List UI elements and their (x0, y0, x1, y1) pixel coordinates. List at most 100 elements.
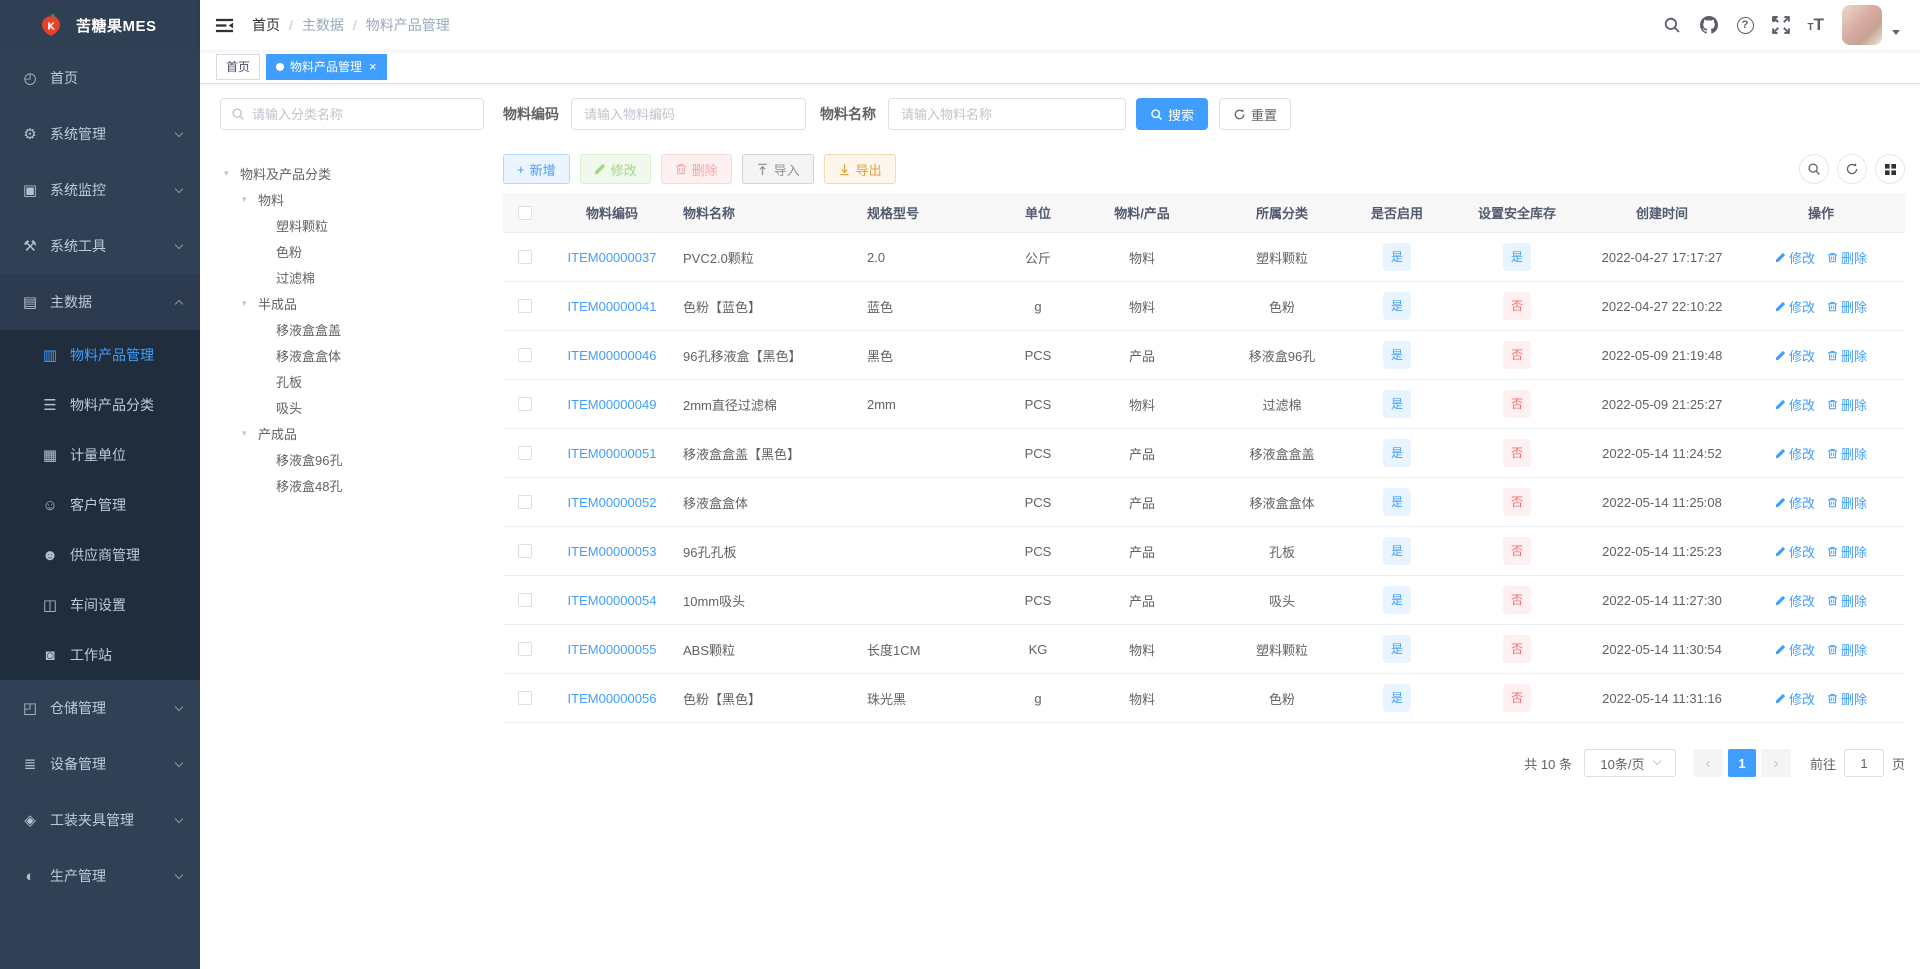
row-delete-link[interactable]: 删除 (1827, 689, 1867, 708)
row-edit-link[interactable]: 修改 (1775, 493, 1815, 512)
row-edit-link[interactable]: 修改 (1775, 689, 1815, 708)
tree-node[interactable]: ▾ 物料及产品分类 (220, 160, 484, 186)
tree-node[interactable]: 移液盒盒体 (220, 342, 484, 368)
delete-button[interactable]: 删除 (660, 154, 732, 184)
app-logo[interactable]: K 苦糖果MES (0, 0, 200, 50)
row-edit-link[interactable]: 修改 (1775, 444, 1815, 463)
row-delete-link[interactable]: 删除 (1827, 640, 1867, 659)
row-delete-link[interactable]: 删除 (1827, 542, 1867, 561)
row-checkbox[interactable] (518, 446, 532, 460)
sidebar-toggle-icon[interactable] (215, 16, 234, 35)
tree-node[interactable]: 塑料颗粒 (220, 212, 484, 238)
row-delete-link[interactable]: 删除 (1827, 248, 1867, 267)
row-edit-link[interactable]: 修改 (1775, 346, 1815, 365)
sidebar-item-measure-unit[interactable]: ▦ 计量单位 (0, 430, 200, 480)
sidebar-item-production-manage[interactable]: ◐ 生产管理 (0, 848, 200, 904)
refresh-button[interactable] (1837, 154, 1867, 184)
row-delete-link[interactable]: 删除 (1827, 297, 1867, 316)
sidebar-item-supplier-manage[interactable]: ☻ 供应商管理 (0, 530, 200, 580)
sidebar-item-material-product-manage[interactable]: ▥ 物料产品管理 (0, 330, 200, 380)
tree-node[interactable]: 移液盒48孔 (220, 472, 484, 498)
row-delete-link[interactable]: 删除 (1827, 591, 1867, 610)
row-checkbox[interactable] (518, 642, 532, 656)
sidebar-item-system-tools[interactable]: ⚒ 系统工具 (0, 218, 200, 274)
row-edit-link[interactable]: 修改 (1775, 542, 1815, 561)
row-edit-link[interactable]: 修改 (1775, 248, 1815, 267)
sidebar-item-workstation[interactable]: ◙ 工作站 (0, 630, 200, 680)
tree-node[interactable]: 孔板 (220, 368, 484, 394)
sidebar-item-warehouse-manage[interactable]: ◰ 仓储管理 (0, 680, 200, 736)
github-icon[interactable] (1699, 15, 1719, 35)
page-number-1[interactable]: 1 (1727, 749, 1756, 777)
search-icon[interactable] (1663, 16, 1681, 34)
material-code-link[interactable]: ITEM00000054 (568, 593, 657, 608)
user-avatar[interactable] (1842, 5, 1882, 45)
material-code-link[interactable]: ITEM00000052 (568, 495, 657, 510)
row-checkbox[interactable] (518, 691, 532, 705)
sidebar-item-workshop-setting[interactable]: ◫ 车间设置 (0, 580, 200, 630)
sidebar-item-system-manage[interactable]: ⚙ 系统管理 (0, 106, 200, 162)
goto-page-input[interactable] (1843, 749, 1884, 777)
prev-page-button[interactable]: ‹ (1692, 749, 1723, 777)
row-edit-link[interactable]: 修改 (1775, 395, 1815, 414)
material-code-link[interactable]: ITEM00000037 (568, 250, 657, 265)
tree-node[interactable]: 移液盒96孔 (220, 446, 484, 472)
tree-node[interactable]: ▾ 产成品 (220, 420, 484, 446)
export-button[interactable]: 导出 (823, 154, 896, 184)
tree-node[interactable]: 吸头 (220, 394, 484, 420)
tree-expand-caret-icon[interactable]: ▾ (242, 298, 258, 309)
material-name-input[interactable] (888, 98, 1126, 130)
material-code-link[interactable]: ITEM00000051 (568, 446, 657, 461)
row-delete-link[interactable]: 删除 (1827, 493, 1867, 512)
column-settings-button[interactable] (1875, 154, 1905, 184)
category-search-input[interactable] (252, 106, 473, 122)
sidebar-item-system-monitor[interactable]: ▣ 系统监控 (0, 162, 200, 218)
material-code-link[interactable]: ITEM00000046 (568, 348, 657, 363)
sidebar-item-fixture-manage[interactable]: ◈ 工装夹具管理 (0, 792, 200, 848)
sidebar-item-master-data[interactable]: ▤ 主数据 (0, 274, 200, 330)
search-button[interactable]: 搜索 (1136, 98, 1209, 130)
caret-down-icon[interactable] (1892, 29, 1900, 35)
material-code-link[interactable]: ITEM00000053 (568, 544, 657, 559)
material-code-link[interactable]: ITEM00000055 (568, 642, 657, 657)
row-checkbox[interactable] (518, 495, 532, 509)
row-edit-link[interactable]: 修改 (1775, 640, 1815, 659)
row-checkbox[interactable] (518, 250, 532, 264)
next-page-button[interactable]: › (1760, 749, 1791, 777)
sidebar-item-customer-manage[interactable]: ☺ 客户管理 (0, 480, 200, 530)
material-code-input[interactable] (571, 98, 806, 130)
material-code-link[interactable]: ITEM00000041 (568, 299, 657, 314)
tree-node[interactable]: 移液盒盒盖 (220, 316, 484, 342)
fullscreen-icon[interactable] (1771, 16, 1790, 34)
tree-node[interactable]: 色粉 (220, 238, 484, 264)
page-size-select[interactable]: 10条/页 (1583, 749, 1676, 777)
help-icon[interactable]: ? (1736, 16, 1754, 34)
breadcrumb-home[interactable]: 首页 (252, 15, 280, 35)
tab-close-icon[interactable]: × (369, 60, 377, 73)
row-edit-link[interactable]: 修改 (1775, 591, 1815, 610)
sidebar-item-device-manage[interactable]: ≣ 设备管理 (0, 736, 200, 792)
row-checkbox[interactable] (518, 397, 532, 411)
tab-material-product-manage[interactable]: 物料产品管理 × (266, 53, 387, 80)
sidebar-item-material-product-category[interactable]: ☰ 物料产品分类 (0, 380, 200, 430)
font-size-icon[interactable]: TT (1808, 16, 1825, 34)
reset-button[interactable]: 重置 (1219, 98, 1292, 130)
row-delete-link[interactable]: 删除 (1827, 444, 1867, 463)
sidebar-item-home[interactable]: ◴ 首页 (0, 50, 200, 106)
tree-node[interactable]: ▾ 半成品 (220, 290, 484, 316)
tree-node[interactable]: ▾ 物料 (220, 186, 484, 212)
row-delete-link[interactable]: 删除 (1827, 395, 1867, 414)
tree-expand-caret-icon[interactable]: ▾ (224, 168, 240, 179)
row-delete-link[interactable]: 删除 (1827, 346, 1867, 365)
import-button[interactable]: 导入 (741, 154, 814, 184)
row-checkbox[interactable] (518, 348, 532, 362)
toggle-search-button[interactable] (1799, 154, 1829, 184)
material-code-link[interactable]: ITEM00000056 (568, 691, 657, 706)
tree-expand-caret-icon[interactable]: ▾ (242, 194, 258, 205)
tree-node[interactable]: 过滤棉 (220, 264, 484, 290)
tree-expand-caret-icon[interactable]: ▾ (242, 428, 258, 439)
row-checkbox[interactable] (518, 299, 532, 313)
edit-button[interactable]: 修改 (579, 154, 651, 184)
add-button[interactable]: + 新增 (503, 154, 570, 184)
row-checkbox[interactable] (518, 593, 532, 607)
